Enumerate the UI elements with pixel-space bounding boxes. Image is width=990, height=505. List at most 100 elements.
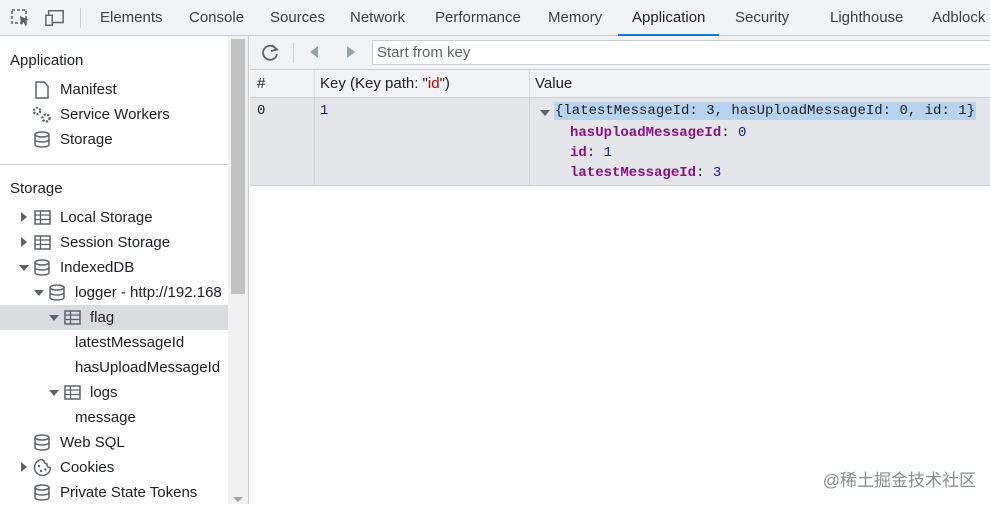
sidebar-item-logger-db[interactable]: logger - http://192.168 xyxy=(0,280,228,305)
column-header-value[interactable]: Value xyxy=(535,70,572,97)
collapse-arrow-icon[interactable] xyxy=(49,390,59,396)
sidebar-item-label: Manifest xyxy=(60,81,117,98)
expand-arrow-icon[interactable] xyxy=(21,237,27,247)
tab-memory[interactable]: Memory xyxy=(548,0,602,35)
tab-performance[interactable]: Performance xyxy=(435,0,521,35)
devtools-tab-bar: Elements Console Sources Network Perform… xyxy=(0,0,990,36)
table-icon xyxy=(64,385,81,400)
column-divider xyxy=(314,98,315,185)
sidebar-item-web-sql[interactable]: Web SQL xyxy=(0,430,228,455)
property-value: 1 xyxy=(603,145,613,161)
sidebar-item-manifest[interactable]: Manifest xyxy=(0,77,228,102)
expand-arrow-icon[interactable] xyxy=(21,462,27,472)
row-index: 0 xyxy=(257,103,266,119)
sidebar-item-label: Session Storage xyxy=(60,234,171,251)
key-path-name: id xyxy=(427,75,440,92)
next-page-icon[interactable] xyxy=(345,45,357,59)
application-sidebar: Application Manifest Service Workers Sto… xyxy=(0,36,228,504)
cookie-icon xyxy=(33,458,52,477)
table-icon xyxy=(64,310,81,325)
column-header-index[interactable]: # xyxy=(257,70,265,97)
previous-page-icon[interactable] xyxy=(308,45,320,59)
tab-sources[interactable]: Sources xyxy=(270,0,325,35)
expand-arrow-icon[interactable] xyxy=(21,212,27,222)
device-toolbar-icon[interactable] xyxy=(45,9,65,27)
sidebar-item-index-hasuploadmessageid[interactable]: hasUploadMessageId xyxy=(0,355,228,380)
start-from-key-input[interactable]: Start from key xyxy=(372,40,990,65)
tab-network[interactable]: Network xyxy=(350,0,405,35)
sidebar-item-label: IndexedDB xyxy=(60,259,135,276)
database-icon xyxy=(34,131,50,148)
toolbar-divider xyxy=(293,43,294,63)
sidebar-item-label: Cookies xyxy=(60,459,115,476)
application-section-title: Application xyxy=(10,52,84,69)
key-path-suffix: ") xyxy=(439,75,450,92)
gears-icon xyxy=(32,106,51,123)
scroll-down-arrow-icon[interactable] xyxy=(233,497,243,502)
column-header-key[interactable]: Key (Key path: "id") xyxy=(320,70,450,97)
sidebar-item-label: Private State Tokens xyxy=(60,484,198,501)
value-property: id: 1 xyxy=(570,145,613,161)
property-value: 0 xyxy=(738,125,747,141)
sidebar-item-label: message xyxy=(75,409,136,426)
sidebar-scrollbar[interactable] xyxy=(228,36,249,504)
storage-section-title: Storage xyxy=(10,180,63,197)
value-property: latestMessageId: 3 xyxy=(570,165,722,181)
tab-application[interactable]: Application xyxy=(617,0,720,36)
tab-adblock[interactable]: Adblock xyxy=(932,0,985,35)
property-name: hasUploadMessageId xyxy=(570,125,722,141)
sidebar-item-service-workers[interactable]: Service Workers xyxy=(0,102,228,127)
value-summary-text: {latestMessageId: 3, hasUploadMessageId:… xyxy=(554,102,977,120)
sidebar-item-logs[interactable]: logs xyxy=(0,380,228,405)
document-icon xyxy=(35,81,49,99)
sidebar-item-label: hasUploadMessageId xyxy=(75,359,221,376)
collapse-arrow-icon[interactable] xyxy=(540,110,550,116)
sidebar-item-label: latestMessageId xyxy=(75,334,185,351)
value-property: hasUploadMessageId: 0 xyxy=(570,125,747,141)
column-divider xyxy=(529,98,530,185)
value-summary[interactable]: {latestMessageId: 3, hasUploadMessageId:… xyxy=(554,102,977,120)
row-key: 1 xyxy=(320,103,329,119)
database-icon xyxy=(34,434,50,451)
sidebar-item-label: flag xyxy=(90,309,115,326)
column-divider[interactable] xyxy=(314,70,315,97)
sidebar-item-label: Storage xyxy=(60,131,113,148)
table-icon xyxy=(34,235,51,250)
property-name: id xyxy=(570,145,587,161)
database-icon xyxy=(34,484,50,501)
toolbar-divider xyxy=(80,8,81,28)
sidebar-item-cookies[interactable]: Cookies xyxy=(0,455,228,480)
collapse-arrow-icon[interactable] xyxy=(19,265,29,271)
collapse-arrow-icon[interactable] xyxy=(34,290,44,296)
table-header: # Key (Key path: "id") Value xyxy=(250,70,990,98)
column-divider[interactable] xyxy=(529,70,530,97)
tab-lighthouse[interactable]: Lighthouse xyxy=(830,0,903,35)
sidebar-item-label: Service Workers xyxy=(60,106,170,123)
sidebar-divider xyxy=(0,164,228,165)
tab-console[interactable]: Console xyxy=(189,0,244,35)
sidebar-item-indexeddb[interactable]: IndexedDB xyxy=(0,255,228,280)
key-path-prefix: Key (Key path: " xyxy=(320,75,428,92)
tab-elements[interactable]: Elements xyxy=(100,0,163,35)
property-name: latestMessageId xyxy=(570,165,697,181)
sidebar-item-index-message[interactable]: message xyxy=(0,405,228,430)
sidebar-item-label: logger - http://192.168 xyxy=(75,284,222,301)
sidebar-item-session-storage[interactable]: Session Storage xyxy=(0,230,228,255)
sidebar-item-local-storage[interactable]: Local Storage xyxy=(0,205,228,230)
tab-security[interactable]: Security xyxy=(735,0,789,35)
collapse-arrow-icon[interactable] xyxy=(49,315,59,321)
sidebar-item-storage[interactable]: Storage xyxy=(0,127,228,152)
sidebar-item-flag[interactable]: flag xyxy=(0,305,228,330)
scrollbar-thumb[interactable] xyxy=(231,39,245,294)
sidebar-item-private-state-tokens[interactable]: Private State Tokens xyxy=(0,480,228,505)
watermark: @稀土掘金技术社区 xyxy=(822,471,976,490)
sidebar-item-label: logs xyxy=(90,384,118,401)
sidebar-item-label: Web SQL xyxy=(60,434,125,451)
table-row[interactable]: 0 1 {latestMessageId: 3, hasUploadMessag… xyxy=(250,98,990,186)
sidebar-item-index-latestmessageid[interactable]: latestMessageId xyxy=(0,330,228,355)
refresh-icon[interactable] xyxy=(260,43,280,63)
inspect-element-icon[interactable] xyxy=(11,9,31,27)
sidebar-item-label: Local Storage xyxy=(60,209,153,226)
table-icon xyxy=(34,210,51,225)
data-toolbar: Start from key xyxy=(250,36,990,70)
